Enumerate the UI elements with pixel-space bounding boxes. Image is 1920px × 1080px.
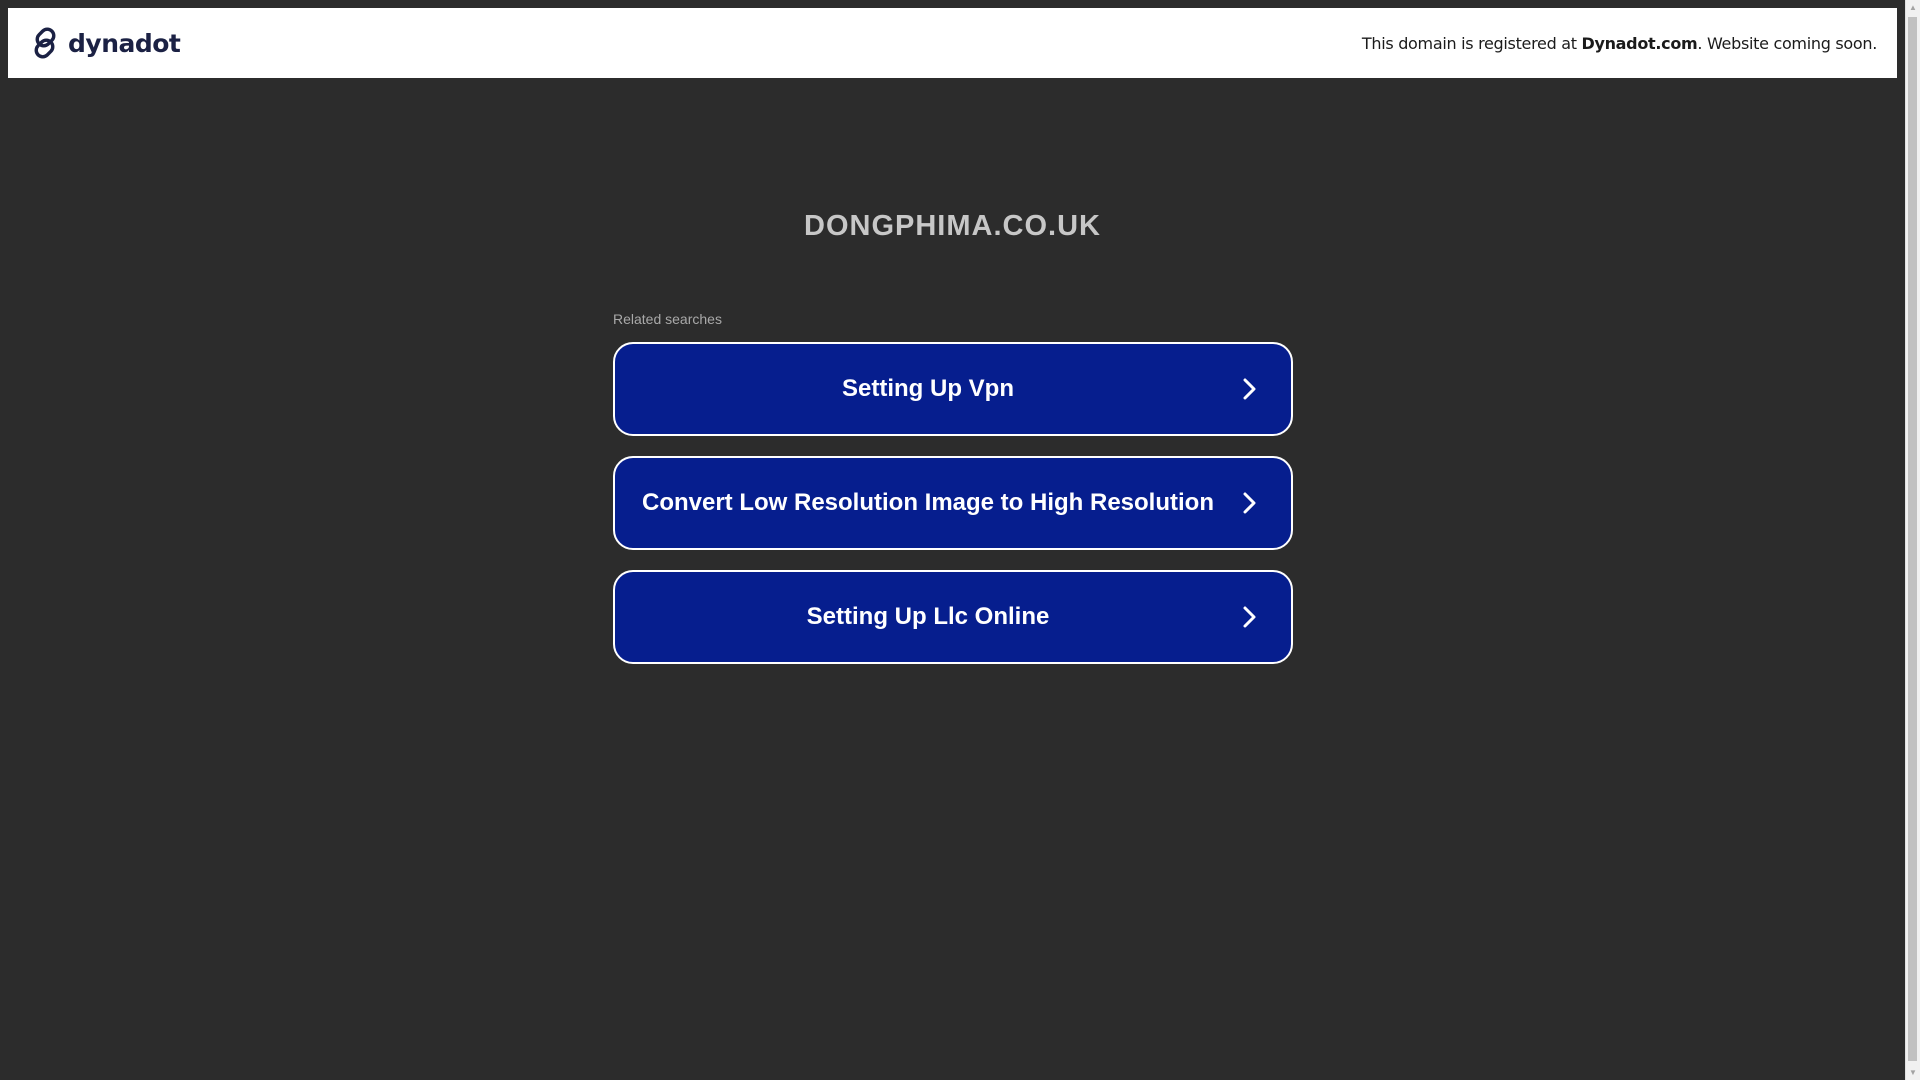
scrollbar-thumb[interactable]	[1908, 17, 1917, 1061]
dynadot-link-icon	[34, 27, 56, 59]
top-banner: dynadot This domain is registered at Dyn…	[8, 8, 1897, 78]
vertical-scrollbar[interactable]: ▲ ▼	[1905, 0, 1920, 1080]
related-searches-label: Related searches	[613, 311, 722, 327]
related-link-label: Convert Low Resolution Image to High Res…	[641, 489, 1214, 516]
scroll-down-arrow-icon[interactable]: ▼	[1906, 1065, 1920, 1080]
registration-notice: This domain is registered at Dynadot.com…	[1362, 34, 1877, 53]
logo-text: dynadot	[68, 28, 181, 58]
chevron-right-icon	[1243, 378, 1256, 400]
scroll-up-arrow-icon[interactable]: ▲	[1906, 0, 1920, 15]
chevron-right-icon	[1243, 606, 1256, 628]
related-link-setting-up-vpn[interactable]: Setting Up Vpn	[613, 342, 1293, 436]
related-link-label: Setting Up Vpn	[842, 375, 1014, 402]
page-viewport: dynadot This domain is registered at Dyn…	[0, 0, 1905, 1080]
dynadot-logo[interactable]: dynadot	[28, 26, 181, 60]
related-link-convert-low-resolution[interactable]: Convert Low Resolution Image to High Res…	[613, 456, 1293, 550]
notice-brand-link[interactable]: Dynadot.com	[1581, 34, 1697, 53]
notice-suffix: . Website coming soon.	[1697, 33, 1877, 53]
notice-prefix: This domain is registered at	[1361, 33, 1582, 53]
domain-title: DONGPHIMA.CO.UK	[804, 210, 1101, 242]
related-links-list: Setting Up Vpn Convert Low Resolution Im…	[613, 342, 1293, 684]
related-link-setting-up-llc[interactable]: Setting Up Llc Online	[613, 570, 1293, 664]
related-link-label: Setting Up Llc Online	[806, 603, 1050, 630]
chevron-right-icon	[1243, 492, 1256, 514]
